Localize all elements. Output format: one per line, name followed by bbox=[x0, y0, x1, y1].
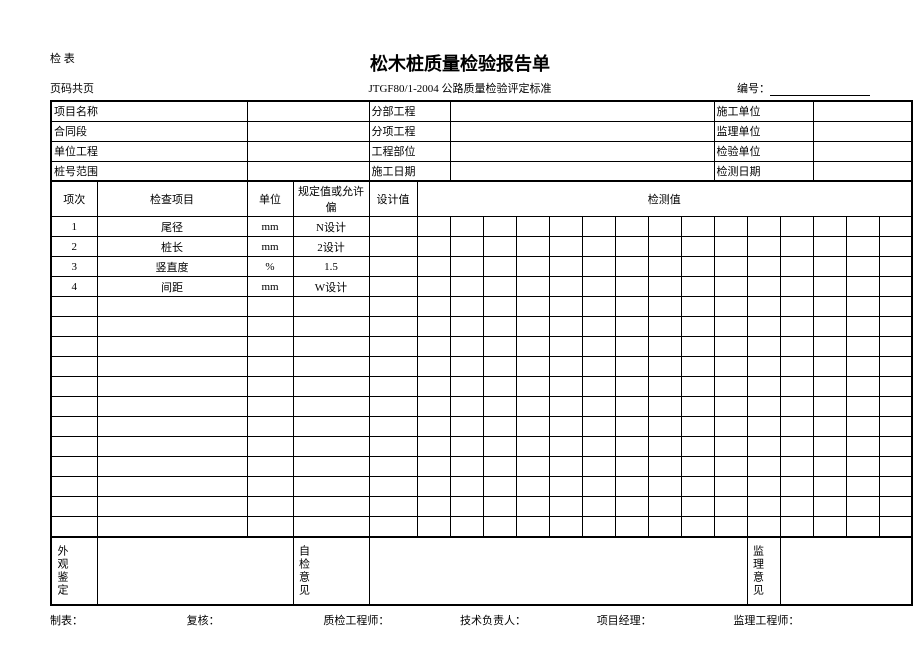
lbl-pile-range: 桩号范围 bbox=[51, 161, 247, 181]
col-design-val: 设计值 bbox=[369, 181, 417, 217]
val-contract-section bbox=[247, 121, 369, 141]
footer-qc: 质检工程师： bbox=[323, 612, 460, 628]
footer-maker: 制表： bbox=[50, 612, 187, 628]
table-row: 4 间距 mm W设计 bbox=[51, 277, 912, 297]
lbl-construction-date: 施工日期 bbox=[369, 161, 450, 181]
val-section-project bbox=[450, 101, 714, 121]
table-row: 3 竖直度 % 1.5 bbox=[51, 257, 912, 277]
table-row bbox=[51, 417, 912, 437]
val-supervision-opinion bbox=[780, 537, 912, 605]
footer-row: 制表： 复核： 质检工程师： 技术负责人： 项目经理： 监理工程师： bbox=[50, 612, 870, 628]
lbl-contract-section: 合同段 bbox=[51, 121, 247, 141]
val-project-name bbox=[247, 101, 369, 121]
table-row bbox=[51, 397, 912, 417]
lbl-project-part: 工程部位 bbox=[369, 141, 450, 161]
table-row: 1 尾径 mm N设计 bbox=[51, 217, 912, 237]
lbl-inspection-unit: 检验单位 bbox=[714, 141, 813, 161]
table-row: 2 桩长 mm 2设计 bbox=[51, 237, 912, 257]
lbl-section-project: 分部工程 bbox=[369, 101, 450, 121]
main-title: 松木桩质量检验报告单 bbox=[50, 50, 870, 76]
val-construction-date bbox=[450, 161, 714, 181]
lbl-sub-project: 分项工程 bbox=[369, 121, 450, 141]
val-self-check bbox=[369, 537, 747, 605]
val-inspection-date bbox=[813, 161, 912, 181]
number-label: 编号： bbox=[737, 80, 870, 96]
table-row bbox=[51, 357, 912, 377]
table-row bbox=[51, 437, 912, 457]
val-supervision-unit bbox=[813, 121, 912, 141]
val-sub-project bbox=[450, 121, 714, 141]
col-seq: 项次 bbox=[51, 181, 97, 217]
lbl-appearance: 外观鉴定 bbox=[51, 537, 97, 605]
val-pile-range bbox=[247, 161, 369, 181]
col-check-item: 检查项目 bbox=[97, 181, 247, 217]
table-row bbox=[51, 517, 912, 537]
check-table-label: 检 表 bbox=[50, 50, 75, 66]
lbl-construction-unit: 施工单位 bbox=[714, 101, 813, 121]
lbl-self-check: 自检意见 bbox=[293, 537, 369, 605]
col-measured-val: 检测值 bbox=[417, 181, 912, 217]
footer-reviewer: 复核： bbox=[187, 612, 324, 628]
val-inspection-unit bbox=[813, 141, 912, 161]
footer-pm: 项目经理： bbox=[597, 612, 734, 628]
table-row bbox=[51, 477, 912, 497]
val-construction-unit bbox=[813, 101, 912, 121]
table-row bbox=[51, 337, 912, 357]
footer-tech: 技术负责人： bbox=[460, 612, 597, 628]
val-unit-project bbox=[247, 141, 369, 161]
table-row bbox=[51, 377, 912, 397]
page-label: 页码共页 bbox=[50, 80, 94, 96]
val-project-part bbox=[450, 141, 714, 161]
lbl-supervision-unit: 监理单位 bbox=[714, 121, 813, 141]
table-row bbox=[51, 297, 912, 317]
footer-supervision: 监理工程师： bbox=[733, 612, 870, 628]
lbl-unit-project: 单位工程 bbox=[51, 141, 247, 161]
lbl-project-name: 项目名称 bbox=[51, 101, 247, 121]
lbl-inspection-date: 检测日期 bbox=[714, 161, 813, 181]
col-unit: 单位 bbox=[247, 181, 293, 217]
report-table: 项目名称 分部工程 施工单位 合同段 分项工程 监理单位 单位工程 工程部位 检… bbox=[50, 100, 913, 606]
val-appearance bbox=[97, 537, 293, 605]
table-row bbox=[51, 317, 912, 337]
lbl-supervision-opinion: 监理意见 bbox=[747, 537, 780, 605]
table-row bbox=[51, 497, 912, 517]
table-row bbox=[51, 457, 912, 477]
col-spec-dev: 规定值或允许偏 bbox=[293, 181, 369, 217]
